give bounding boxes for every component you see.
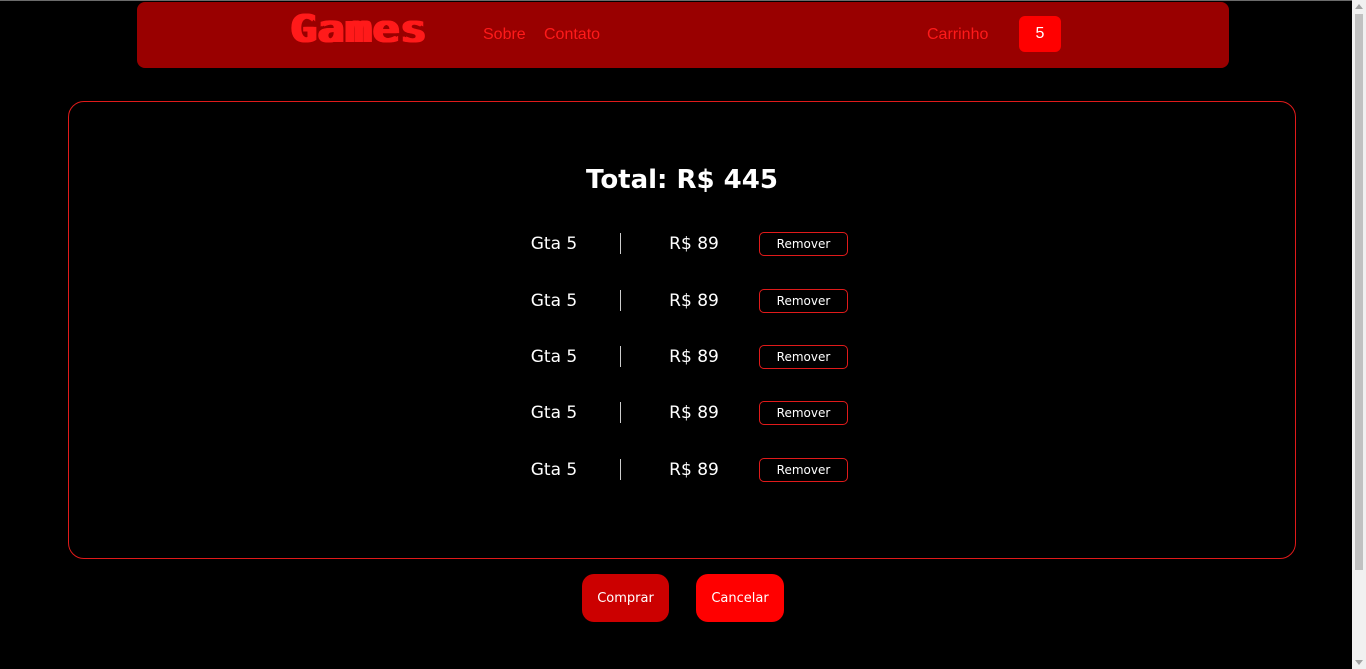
vertical-scrollbar[interactable] [1352,0,1366,669]
buy-button[interactable]: Comprar [582,574,669,622]
navbar: Games Sobre Contato Carrinho 5 [137,2,1229,68]
item-name: Gta 5 [530,460,578,480]
item-price: R$ 89 [669,460,719,480]
logo[interactable]: Games [290,10,427,48]
cart-count-badge[interactable]: 5 [1019,16,1061,52]
cart-item: Gta 5 R$ 89 Remover [69,289,1297,318]
remove-item-button[interactable]: Remover [759,232,848,256]
remove-item-button[interactable]: Remover [759,458,848,482]
remove-item-button[interactable]: Remover [759,289,848,313]
cart-panel: Total: R$ 445 Gta 5 R$ 89 Remover Gta 5 … [68,101,1296,559]
cancel-button[interactable]: Cancelar [696,574,784,622]
cart-item: Gta 5 R$ 89 Remover [69,401,1297,430]
item-name: Gta 5 [530,347,578,367]
nav-link-contato[interactable]: Contato [544,25,600,45]
item-divider [620,233,621,254]
remove-item-button[interactable]: Remover [759,401,848,425]
cart-item: Gta 5 R$ 89 Remover [69,345,1297,374]
cart-item: Gta 5 R$ 89 Remover [69,458,1297,487]
cart-total: Total: R$ 445 [586,165,778,195]
scroll-down-arrow-icon[interactable] [1355,660,1363,665]
item-price: R$ 89 [669,403,719,423]
scrollbar-thumb[interactable] [1355,14,1363,570]
item-divider [620,290,621,311]
item-price: R$ 89 [669,347,719,367]
nav-link-carrinho[interactable]: Carrinho [927,25,988,45]
window-top-border [0,0,1352,1]
page: Games Sobre Contato Carrinho 5 Total: R$… [0,0,1366,669]
item-divider [620,402,621,423]
item-divider [620,459,621,480]
item-name: Gta 5 [530,291,578,311]
scroll-up-arrow-icon[interactable] [1355,4,1363,9]
item-name: Gta 5 [530,403,578,423]
item-name: Gta 5 [530,234,578,254]
nav-link-sobre[interactable]: Sobre [483,25,526,45]
item-price: R$ 89 [669,291,719,311]
remove-item-button[interactable]: Remover [759,345,848,369]
cart-item: Gta 5 R$ 89 Remover [69,232,1297,261]
item-price: R$ 89 [669,234,719,254]
item-divider [620,346,621,367]
